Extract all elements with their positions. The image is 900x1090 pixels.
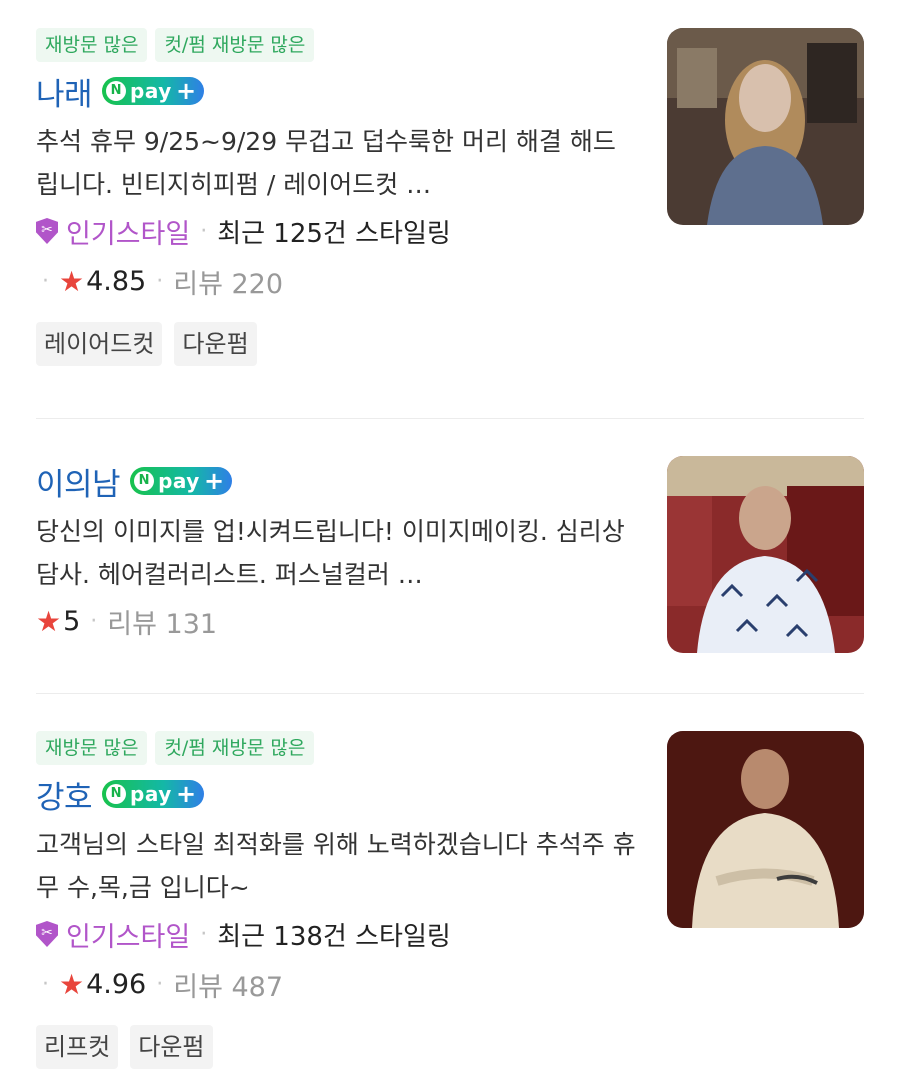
recent-styling-count: 최근 125건 스타일링 xyxy=(217,218,451,249)
plus-icon: + xyxy=(175,77,197,105)
separator-dot: · xyxy=(42,268,49,294)
rating-row: · ★ 4.96 · 리뷰 487 xyxy=(36,959,636,1009)
npay-badge: N pay + xyxy=(130,467,233,495)
plus-icon: + xyxy=(203,467,225,495)
rating-value: 5 xyxy=(63,605,81,637)
stylist-name[interactable]: 나래 xyxy=(36,69,93,114)
style-chips: 리프컷 다운펌 xyxy=(36,1025,636,1069)
rating-row: ★ 5 · 리뷰 131 xyxy=(36,596,636,646)
style-chip[interactable]: 레이어드컷 xyxy=(36,322,163,366)
stylist-photo[interactable] xyxy=(667,456,864,653)
review-count[interactable]: 리뷰 220 xyxy=(173,262,283,301)
recent-styling-count: 최근 138건 스타일링 xyxy=(217,921,451,952)
revisit-tag: 컷/펌 재방문 많은 xyxy=(155,28,315,62)
name-row: 강호 N pay + xyxy=(36,769,636,819)
review-count[interactable]: 리뷰 131 xyxy=(107,602,217,641)
card-text: 이의남 N pay + 당신의 이미지를 업!시켜드립니다! 이미지메이킹. 심… xyxy=(36,456,636,646)
card-text: 재방문 많은 컷/펌 재방문 많은 강호 N pay + 고객님의 스타일 최적… xyxy=(36,731,636,1069)
stylist-photo[interactable] xyxy=(667,28,864,225)
stylist-description: 고객님의 스타일 최적화를 위해 노력하겠습니다 추석주 휴무 수,목,금 입니… xyxy=(36,830,636,902)
stylist-name[interactable]: 강호 xyxy=(36,772,93,817)
meta-row: ✂ 인기스타일 · 최근 125건 스타일링 xyxy=(36,206,636,256)
scissors-shield-icon: ✂ xyxy=(36,921,58,947)
popular-style-badge: 인기스타일 xyxy=(66,921,191,953)
star-icon: ★ xyxy=(36,604,62,638)
npay-badge: N pay + xyxy=(102,77,205,105)
separator-dot: · xyxy=(200,921,208,947)
npay-label: pay xyxy=(130,79,172,103)
separator-dot: · xyxy=(156,971,164,997)
stylist-photo[interactable] xyxy=(667,731,864,928)
star-icon: ★ xyxy=(59,264,85,298)
tag-row: 재방문 많은 컷/펌 재방문 많은 xyxy=(36,731,636,765)
separator-dot: · xyxy=(200,218,208,244)
stylist-name[interactable]: 이의남 xyxy=(36,459,121,504)
card-divider xyxy=(36,418,864,419)
stylist-list: 재방문 많은 컷/펌 재방문 많은 나래 N pay + 추석 휴무 9/25~… xyxy=(0,0,900,1090)
npay-n-icon: N xyxy=(134,471,155,491)
name-row: 이의남 N pay + xyxy=(36,456,636,506)
npay-n-icon: N xyxy=(106,81,127,101)
style-chip[interactable]: 다운펌 xyxy=(130,1025,213,1069)
star-icon: ★ xyxy=(59,967,85,1001)
rating-value: 4.96 xyxy=(86,968,147,1000)
tag-row: 재방문 많은 컷/펌 재방문 많은 xyxy=(36,28,636,62)
name-row: 나래 N pay + xyxy=(36,66,636,116)
meta-row: ✂ 인기스타일 · 최근 138건 스타일링 xyxy=(36,909,636,959)
separator-dot: · xyxy=(42,971,49,997)
stylist-description: 당신의 이미지를 업!시켜드립니다! 이미지메이킹. 심리상담사. 헤어컬러리스… xyxy=(36,517,625,589)
revisit-tag: 재방문 많은 xyxy=(36,28,148,62)
stylist-description: 추석 휴무 9/25~9/29 무겁고 덥수룩한 머리 해결 해드립니다. 빈티… xyxy=(36,127,616,199)
rating-value: 4.85 xyxy=(86,265,147,297)
card-divider xyxy=(36,693,864,694)
revisit-tag: 재방문 많은 xyxy=(36,731,148,765)
npay-n-icon: N xyxy=(106,784,127,804)
revisit-tag: 컷/펌 재방문 많은 xyxy=(155,731,315,765)
scissors-shield-icon: ✂ xyxy=(36,218,58,244)
separator-dot: · xyxy=(90,608,98,634)
separator-dot: · xyxy=(156,268,164,294)
style-chip[interactable]: 다운펌 xyxy=(174,322,257,366)
plus-icon: + xyxy=(175,780,197,808)
npay-badge: N pay + xyxy=(102,780,205,808)
rating-row: · ★ 4.85 · 리뷰 220 xyxy=(36,256,636,306)
review-count[interactable]: 리뷰 487 xyxy=(173,965,283,1004)
popular-style-badge: 인기스타일 xyxy=(66,218,191,250)
style-chip[interactable]: 리프컷 xyxy=(36,1025,119,1069)
card-text: 재방문 많은 컷/펌 재방문 많은 나래 N pay + 추석 휴무 9/25~… xyxy=(36,28,636,366)
npay-label: pay xyxy=(130,782,172,806)
npay-label: pay xyxy=(158,469,200,493)
style-chips: 레이어드컷 다운펌 xyxy=(36,322,636,366)
